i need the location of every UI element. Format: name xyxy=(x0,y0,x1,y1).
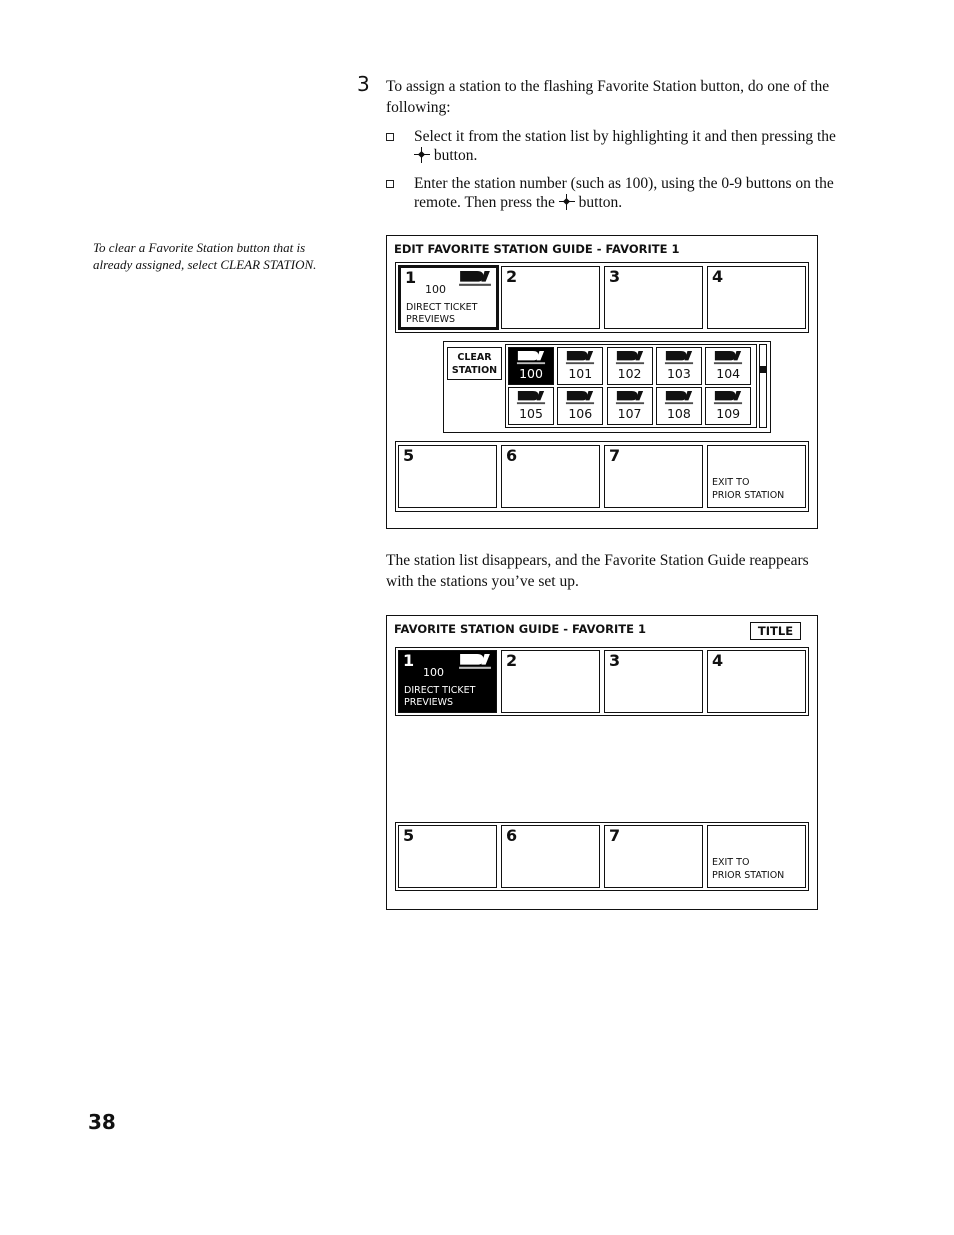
channel-tile-109[interactable]: 109 xyxy=(705,387,752,425)
bullet-text: Enter the station number (such as 100), … xyxy=(414,175,834,211)
channel-number: 106 xyxy=(568,406,593,421)
directv-logo-icon xyxy=(615,391,645,406)
favorite-row-top: 1 100 DIRECT TICKET PREVIEWS 2 3 4 xyxy=(395,262,809,333)
channel-number: 103 xyxy=(666,366,691,381)
channel-tile-103[interactable]: 103 xyxy=(655,347,702,385)
favorite-number: 6 xyxy=(506,826,518,845)
favorite-number: 2 xyxy=(506,651,518,670)
bullet-text: Select it from the station list by highl… xyxy=(414,128,836,145)
checkbox-bullet-icon xyxy=(386,180,394,188)
channel-tile-101[interactable]: 101 xyxy=(557,347,604,385)
favorite-button-2[interactable]: 2 xyxy=(501,650,600,713)
channel-number: 100 xyxy=(519,366,543,381)
favorite-button-5[interactable]: 5 xyxy=(398,825,497,888)
station-name: DIRECT TICKET PREVIEWS xyxy=(406,302,478,325)
favorite-button-4[interactable]: 4 xyxy=(707,650,806,713)
favorite-number: 1 xyxy=(405,268,417,287)
step-number: 3 xyxy=(357,72,370,96)
favorite-button-2[interactable]: 2 xyxy=(501,266,600,329)
favorite-number: 7 xyxy=(609,446,621,465)
directv-logo-icon xyxy=(615,351,645,366)
directv-logo-icon xyxy=(565,351,595,366)
station-name: DIRECT TICKET PREVIEWS xyxy=(404,685,476,708)
favorite-button-6[interactable]: 6 xyxy=(501,825,600,888)
channel-number: 102 xyxy=(617,366,642,381)
favorite-button-1[interactable]: 1 100 DIRECT TICKET PREVIEWS xyxy=(398,265,499,330)
favorite-number: 2 xyxy=(506,267,518,286)
favorite-button-5[interactable]: 5 xyxy=(398,445,497,508)
favorite-number: 3 xyxy=(609,267,621,286)
scrollbar-thumb[interactable] xyxy=(760,366,766,373)
channel-number: 108 xyxy=(666,406,691,421)
station-list: CLEAR STATION 100 101 102 103 104 105 106 107 10… xyxy=(443,341,771,433)
favorite-number: 6 xyxy=(506,446,518,465)
directv-logo-icon xyxy=(516,391,546,406)
favorite-number: 5 xyxy=(403,826,415,845)
directv-logo-icon xyxy=(459,654,491,671)
favorite-button-1[interactable]: 1 100 DIRECT TICKET PREVIEWS xyxy=(398,650,497,713)
favorite-number: 4 xyxy=(712,651,724,670)
panel-title: EDIT FAVORITE STATION GUIDE - FAVORITE 1 xyxy=(394,242,680,256)
favorite-button-3[interactable]: 3 xyxy=(604,266,703,329)
page-number: 38 xyxy=(88,1110,116,1134)
exit-to-prior-station-button[interactable]: EXIT TO PRIOR STATION xyxy=(707,445,806,508)
favorite-number: 3 xyxy=(609,651,621,670)
directv-logo-icon xyxy=(565,391,595,406)
channel-number: 105 xyxy=(519,406,543,421)
exit-label: EXIT TO PRIOR STATION xyxy=(712,857,785,881)
channel-tile-102[interactable]: 102 xyxy=(606,347,653,385)
edit-favorite-guide-panel: EDIT FAVORITE STATION GUIDE - FAVORITE 1… xyxy=(386,235,818,529)
directv-logo-icon xyxy=(516,351,546,366)
clear-station-button[interactable]: CLEAR STATION xyxy=(447,347,502,380)
favorite-row-bottom: 5 6 7 EXIT TO PRIOR STATION xyxy=(395,441,809,512)
directv-logo-icon xyxy=(664,351,694,366)
favorite-number: 1 xyxy=(403,651,415,670)
side-note: To clear a Favorite Station button that … xyxy=(93,240,317,272)
favorite-number: 7 xyxy=(609,826,621,845)
select-cross-icon xyxy=(414,147,430,163)
title-button[interactable]: TITLE xyxy=(750,622,801,640)
channel-number: 107 xyxy=(617,406,642,421)
channel-number: 101 xyxy=(568,366,593,381)
favorite-button-7[interactable]: 7 xyxy=(604,445,703,508)
favorite-button-3[interactable]: 3 xyxy=(604,650,703,713)
channel-grid: 100 101 102 103 104 105 106 107 108 109 xyxy=(505,344,757,428)
favorite-guide-panel: FAVORITE STATION GUIDE - FAVORITE 1 TITL… xyxy=(386,615,818,910)
bullet-text-end: button. xyxy=(433,147,478,164)
directv-logo-icon xyxy=(713,351,743,366)
favorite-number: 4 xyxy=(712,267,724,286)
favorite-button-6[interactable]: 6 xyxy=(501,445,600,508)
channel-tile-107[interactable]: 107 xyxy=(606,387,653,425)
select-cross-icon xyxy=(558,194,575,210)
station-list-scrollbar[interactable] xyxy=(759,344,767,428)
channel-number: 100 xyxy=(423,666,444,679)
step-instruction: To assign a station to the flashing Favo… xyxy=(386,78,830,116)
directv-logo-icon xyxy=(713,391,743,406)
favorite-row-top: 1 100 DIRECT TICKET PREVIEWS 2 3 4 xyxy=(395,647,809,716)
checkbox-bullet-icon xyxy=(386,133,394,141)
channel-tile-104[interactable]: 104 xyxy=(705,347,752,385)
exit-to-prior-station-button[interactable]: EXIT TO PRIOR STATION xyxy=(707,825,806,888)
favorite-button-7[interactable]: 7 xyxy=(604,825,703,888)
channel-tile-108[interactable]: 108 xyxy=(655,387,702,425)
result-paragraph: The station list disappears, and the Fav… xyxy=(386,552,809,590)
channel-number: 104 xyxy=(716,366,741,381)
bullet-text-end: button. xyxy=(578,194,623,211)
channel-tile-106[interactable]: 106 xyxy=(557,387,604,425)
directv-logo-icon xyxy=(459,271,491,288)
favorite-button-4[interactable]: 4 xyxy=(707,266,806,329)
channel-tile-105[interactable]: 105 xyxy=(508,387,554,425)
channel-tile-100[interactable]: 100 xyxy=(508,347,554,385)
exit-label: EXIT TO PRIOR STATION xyxy=(712,477,785,501)
channel-number: 100 xyxy=(425,283,446,296)
directv-logo-icon xyxy=(664,391,694,406)
panel-title: FAVORITE STATION GUIDE - FAVORITE 1 xyxy=(394,622,646,636)
channel-number: 109 xyxy=(716,406,741,421)
favorite-row-bottom: 5 6 7 EXIT TO PRIOR STATION xyxy=(395,822,809,891)
favorite-number: 5 xyxy=(403,446,415,465)
